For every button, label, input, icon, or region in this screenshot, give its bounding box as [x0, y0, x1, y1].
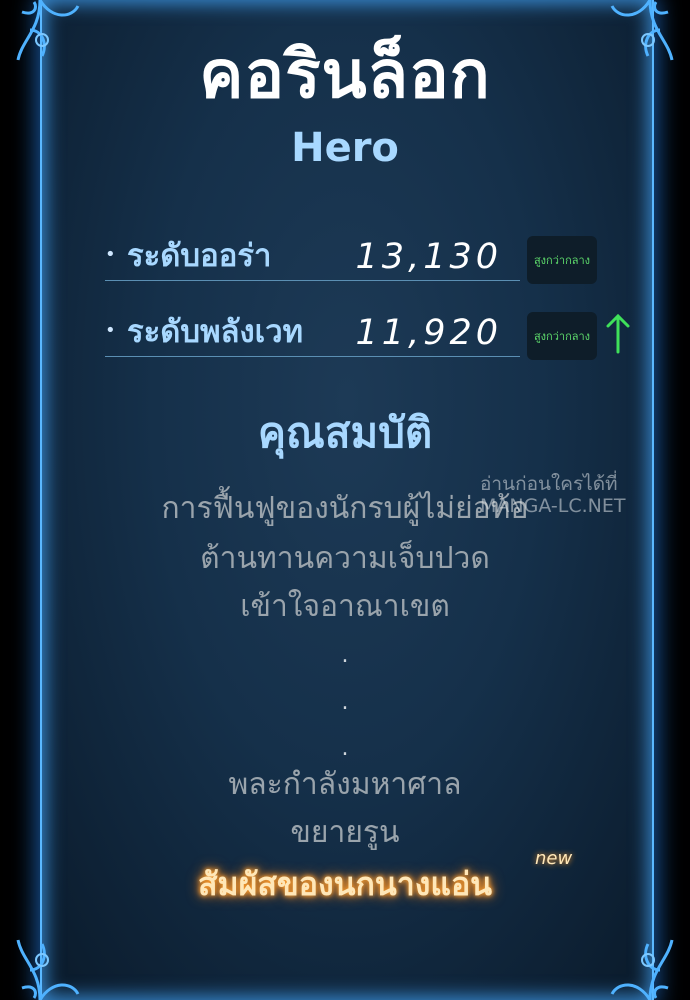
screen: คอรินล็อก Hero • ระดับออร่า 13,130 สูงกว… — [0, 0, 690, 1000]
bullet-icon: • — [105, 244, 116, 265]
trait-item: เข้าใจอาณาเขต — [240, 589, 450, 624]
ellipsis-dot: . — [341, 690, 349, 715]
stat-label: ระดับออร่า — [127, 238, 272, 274]
stat-label: ระดับพลังเวท — [127, 314, 304, 350]
rank-badge: สูงกว่ากลาง — [527, 312, 597, 360]
watermark: อ่านก่อนใครได้ที่ MANGA-LC.NET — [480, 473, 626, 518]
arrow-up-icon — [606, 313, 630, 354]
new-trait-item: สัมผัสของนกนางแอ่น — [197, 865, 493, 903]
ornament-bottom-left-icon — [12, 910, 82, 1000]
new-badge: new — [535, 848, 573, 869]
stat-row-aura: • ระดับออร่า 13,130 — [105, 236, 520, 281]
stat-value: 13,130 — [355, 237, 502, 277]
ellipsis-dot: . — [341, 736, 349, 761]
ornament-bottom-right-icon — [608, 910, 678, 1000]
watermark-line: อ่านก่อนใครได้ที่ — [480, 473, 618, 495]
trait-item: ต้านทานความเจ็บปวด — [200, 541, 490, 576]
character-class: Hero — [291, 125, 399, 171]
stat-row-mana: • ระดับพลังเวท 11,920 — [105, 312, 520, 357]
rank-badge: สูงกว่ากลาง — [527, 236, 597, 284]
trait-item: ขยายรูน — [290, 815, 400, 850]
ellipsis-dot: . — [341, 643, 349, 668]
character-name: คอรินล็อก — [199, 36, 491, 113]
bullet-icon: • — [105, 320, 116, 341]
trait-item: พละกำลังมหาศาล — [228, 767, 462, 802]
watermark-line: MANGA-LC.NET — [480, 494, 626, 517]
traits-heading: คุณสมบัติ — [257, 408, 433, 457]
stat-value: 11,920 — [355, 313, 502, 353]
